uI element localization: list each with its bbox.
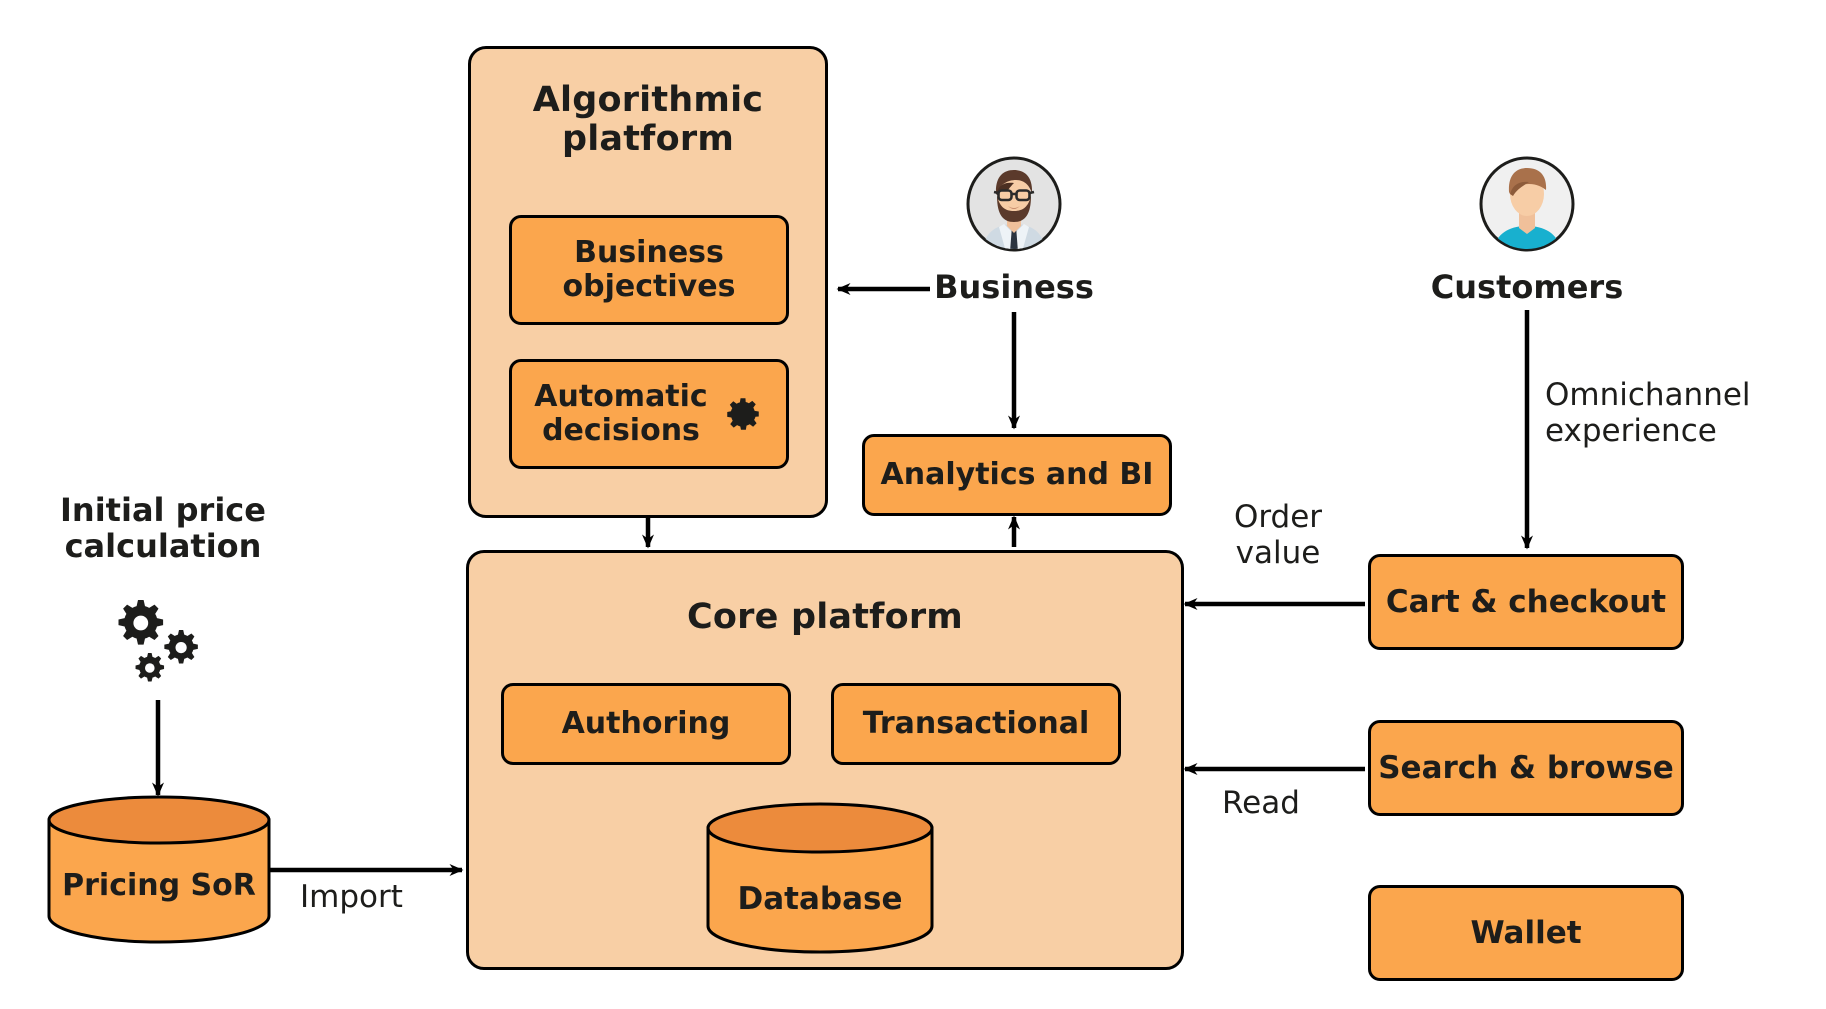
import-label: Import bbox=[300, 879, 403, 915]
customers-actor-label: Customers bbox=[1430, 268, 1624, 306]
algorithmic-platform-group[interactable]: Algorithmic platform Business objectives… bbox=[468, 46, 828, 518]
initial-price-calculation-line2: calculation bbox=[64, 527, 262, 566]
pricing-sor-cylinder[interactable]: Pricing SoR bbox=[46, 794, 272, 944]
cart-checkout-box[interactable]: Cart & checkout bbox=[1368, 554, 1684, 650]
order-value-line2: value bbox=[1235, 534, 1321, 571]
business-objectives-box[interactable]: Business objectives bbox=[509, 215, 789, 325]
analytics-and-bi-box[interactable]: Analytics and BI bbox=[862, 434, 1172, 516]
search-browse-label: Search & browse bbox=[1378, 749, 1674, 786]
customers-avatar[interactable] bbox=[1479, 156, 1575, 252]
gear-icon bbox=[722, 393, 764, 435]
business-avatar[interactable] bbox=[966, 156, 1062, 252]
wallet-box[interactable]: Wallet bbox=[1368, 885, 1684, 981]
core-platform-group[interactable]: Core platform Authoring Transactional Da… bbox=[466, 550, 1184, 970]
core-platform-title-line1: Core platform bbox=[687, 597, 963, 637]
initial-price-calculation-line1: Initial price bbox=[60, 491, 266, 529]
omnichannel-experience-line2: experience bbox=[1545, 412, 1717, 449]
wallet-label: Wallet bbox=[1470, 914, 1582, 951]
business-actor-label: Business bbox=[934, 268, 1094, 306]
algorithmic-platform-title-line2: platform bbox=[561, 119, 734, 160]
cart-checkout-label: Cart & checkout bbox=[1385, 583, 1667, 620]
authoring-box[interactable]: Authoring bbox=[501, 683, 791, 765]
initial-price-calculation-label: Initial price calculation bbox=[28, 492, 298, 565]
algorithmic-platform-title: Algorithmic platform bbox=[471, 80, 825, 160]
read-label: Read bbox=[1222, 785, 1300, 821]
order-value-line1: Order bbox=[1233, 499, 1323, 535]
authoring-label: Authoring bbox=[561, 706, 731, 742]
automatic-decisions-label-line2: decisions bbox=[542, 413, 700, 448]
order-value-label: Order value bbox=[1208, 499, 1348, 572]
transactional-box[interactable]: Transactional bbox=[831, 683, 1121, 765]
omnichannel-experience-line1: Omnichannel bbox=[1545, 377, 1751, 413]
search-browse-box[interactable]: Search & browse bbox=[1368, 720, 1684, 816]
business-objectives-label-line1: Business bbox=[574, 235, 724, 271]
analytics-and-bi-label: Analytics and BI bbox=[880, 457, 1154, 493]
omnichannel-experience-label: Omnichannel experience bbox=[1545, 377, 1825, 450]
three-gears-icon bbox=[104, 592, 214, 692]
algorithmic-platform-title-line1: Algorithmic bbox=[532, 80, 764, 120]
transactional-label: Transactional bbox=[862, 706, 1090, 742]
core-platform-title: Core platform bbox=[469, 597, 1181, 637]
database-cylinder[interactable]: Database bbox=[705, 801, 935, 954]
automatic-decisions-box[interactable]: Automatic decisions bbox=[509, 359, 789, 469]
automatic-decisions-label-line1: Automatic bbox=[534, 379, 708, 415]
diagram-canvas: Algorithmic platform Business objectives… bbox=[0, 0, 1826, 1009]
business-objectives-label-line2: objectives bbox=[562, 269, 736, 304]
